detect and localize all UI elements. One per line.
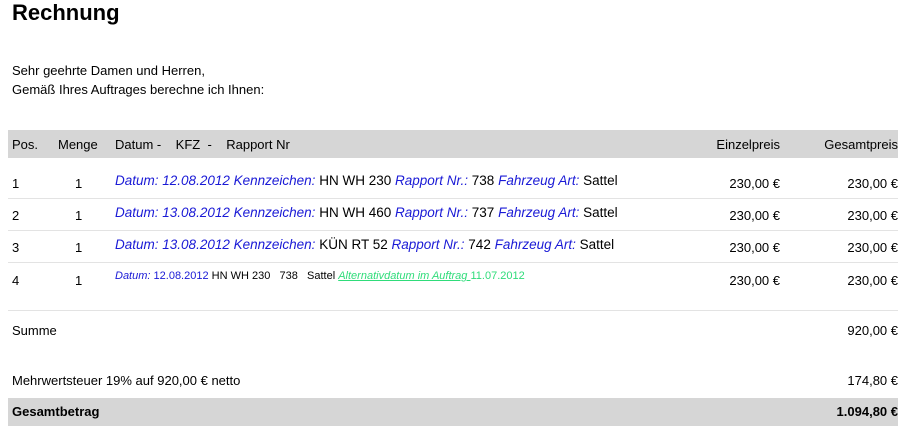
row-3-art: Sattel: [579, 237, 615, 252]
row-divider: [8, 230, 898, 231]
row-1-rap: 738: [471, 173, 495, 188]
row-1-description: Datum: 12.08.2012 Kennzeichen: HN WH 230…: [115, 173, 618, 188]
row-3-rap-label: Rapport Nr.:: [391, 237, 465, 252]
row-2-kz-label: Kennzeichen:: [233, 205, 316, 220]
row-2-kz: HN WH 460: [319, 205, 392, 220]
row-3-kz: KÜN RT 52: [319, 237, 388, 252]
row-4-datum-label: Datum:: [115, 270, 151, 282]
row-4-details: HN WH 230 738 Sattel: [211, 270, 336, 282]
row-3-description: Datum: 13.08.2012 Kennzeichen: KÜN RT 52…: [115, 237, 614, 252]
row-4-alt-date: 11.07.2012: [470, 270, 525, 282]
row-4-alt-label: Alternativdatum im Auftrag: [338, 270, 471, 282]
summe-label: Summe: [12, 323, 57, 338]
row-1-pos: 1: [12, 176, 20, 191]
row-3-rap: 742: [468, 237, 491, 252]
gesamt-label: Gesamtbetrag: [12, 404, 100, 419]
row-divider: [8, 262, 898, 263]
row-2-datum-label: Datum:: [115, 205, 159, 220]
row-4-menge: 1: [75, 273, 83, 288]
row-3-art-label: Fahrzeug Art:: [494, 237, 576, 252]
row-divider: [8, 310, 898, 311]
header-gesamtpreis: Gesamtpreis: [824, 137, 898, 152]
row-2-art-label: Fahrzeug Art:: [498, 205, 580, 220]
header-pos: Pos.: [12, 137, 39, 152]
row-2-art: Sattel: [583, 205, 618, 220]
row-1-art-label: Fahrzeug Art:: [498, 173, 580, 188]
invoice-title: Rechnung: [12, 0, 120, 25]
row-4-gesamtpreis: 230,00 €: [847, 273, 898, 288]
header-menge: Menge: [58, 137, 98, 152]
row-3-datum-label: Datum:: [115, 237, 159, 252]
row-3-kz-label: Kennzeichen:: [233, 237, 316, 252]
row-4-datum: 12.08.2012: [153, 270, 209, 282]
row-1-datum: 12.08.2012: [162, 173, 230, 188]
row-1-gesamtpreis: 230,00 €: [847, 176, 898, 191]
row-3-gesamtpreis: 230,00 €: [847, 240, 898, 255]
row-3-menge: 1: [75, 240, 83, 255]
gesamt-value: 1.094,80 €: [836, 404, 898, 419]
row-2-pos: 2: [12, 208, 20, 223]
row-1-datum-label: Datum:: [115, 173, 159, 188]
row-1-rap-label: Rapport Nr.:: [394, 173, 469, 188]
row-4-pos: 4: [12, 273, 20, 288]
row-2-menge: 1: [75, 208, 83, 223]
greeting-line-1: Sehr geehrte Damen und Herren,: [12, 63, 205, 78]
row-2-gesamtpreis: 230,00 €: [847, 208, 898, 223]
summe-value: 920,00 €: [847, 323, 898, 338]
mwst-value: 174,80 €: [847, 373, 898, 388]
mwst-label: Mehrwertsteuer 19% auf 920,00 € netto: [12, 373, 241, 388]
row-1-kz: HN WH 230: [319, 173, 392, 188]
row-2-datum: 13.08.2012: [162, 205, 230, 220]
row-3-pos: 3: [12, 240, 20, 255]
row-1-menge: 1: [75, 176, 83, 191]
row-1-kz-label: Kennzeichen:: [233, 173, 316, 188]
row-divider: [8, 198, 898, 199]
row-2-description: Datum: 13.08.2012 Kennzeichen: HN WH 460…: [115, 205, 618, 220]
row-3-datum: 13.08.2012: [162, 237, 230, 252]
row-2-rap-label: Rapport Nr.:: [394, 205, 469, 220]
greeting-line-2: Gemäß Ihres Auftrages berechne ich Ihnen…: [12, 82, 265, 97]
header-description: Datum - KFZ - Rapport Nr: [115, 137, 290, 152]
row-1-art: Sattel: [583, 173, 618, 188]
row-2-rap: 737: [471, 205, 495, 220]
row-4-description: Datum: 12.08.2012 HN WH 230 738 Sattel A…: [115, 270, 525, 282]
